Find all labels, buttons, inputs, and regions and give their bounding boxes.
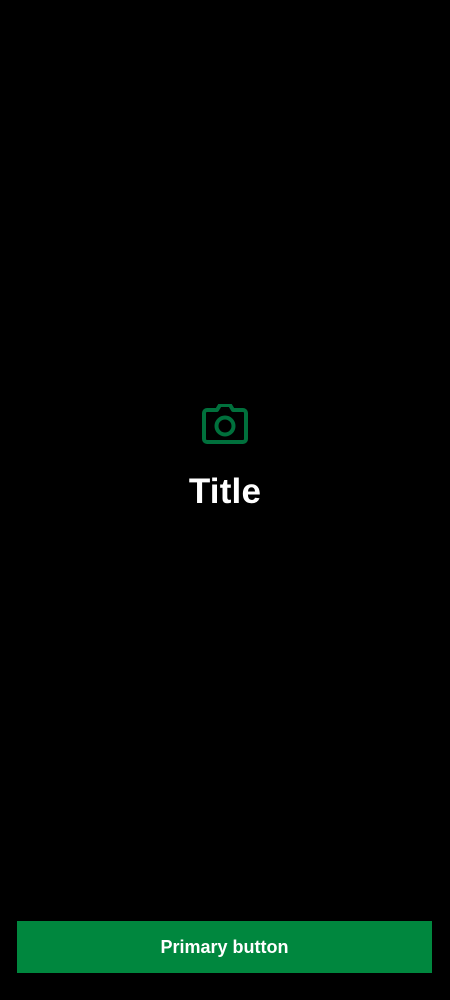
screen: Title Primary button xyxy=(0,0,450,1000)
primary-button[interactable]: Primary button xyxy=(17,921,432,973)
page-title: Title xyxy=(188,472,262,511)
content-block: Title xyxy=(0,404,450,512)
camera-icon xyxy=(202,404,248,444)
